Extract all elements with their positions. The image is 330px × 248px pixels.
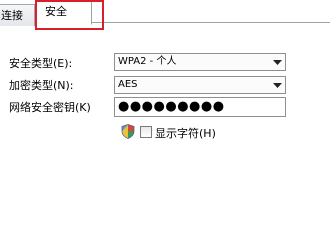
tab-connect[interactable]: 连接 — [0, 4, 35, 26]
network-key-value: ●●●●●●●●● — [118, 99, 225, 114]
tab-connect-label: 连接 — [1, 9, 23, 22]
show-characters-checkbox[interactable] — [140, 126, 152, 138]
network-key-input[interactable]: ●●●●●●●●● — [114, 97, 286, 117]
security-tab-highlight — [35, 0, 104, 30]
wireless-properties-dialog: 连接 安全 安全类型(E): WPA2 - 个人 加密类型(N): AES 网络… — [0, 0, 330, 248]
encryption-type-select[interactable]: AES — [114, 76, 286, 94]
network-key-label: 网络安全密钥(K) — [9, 101, 91, 114]
security-type-label: 安全类型(E): — [9, 57, 73, 70]
uac-shield-icon — [121, 124, 135, 139]
show-characters-label[interactable]: 显示字符(H) — [155, 125, 216, 141]
security-type-select[interactable]: WPA2 - 个人 — [114, 53, 286, 71]
security-type-value: WPA2 - 个人 — [118, 56, 177, 67]
encryption-type-value: AES — [118, 79, 138, 90]
chevron-down-icon[interactable] — [270, 54, 285, 70]
tab-strip: 连接 安全 — [0, 0, 330, 30]
encryption-type-label: 加密类型(N): — [9, 79, 74, 92]
chevron-down-icon[interactable] — [270, 77, 285, 93]
